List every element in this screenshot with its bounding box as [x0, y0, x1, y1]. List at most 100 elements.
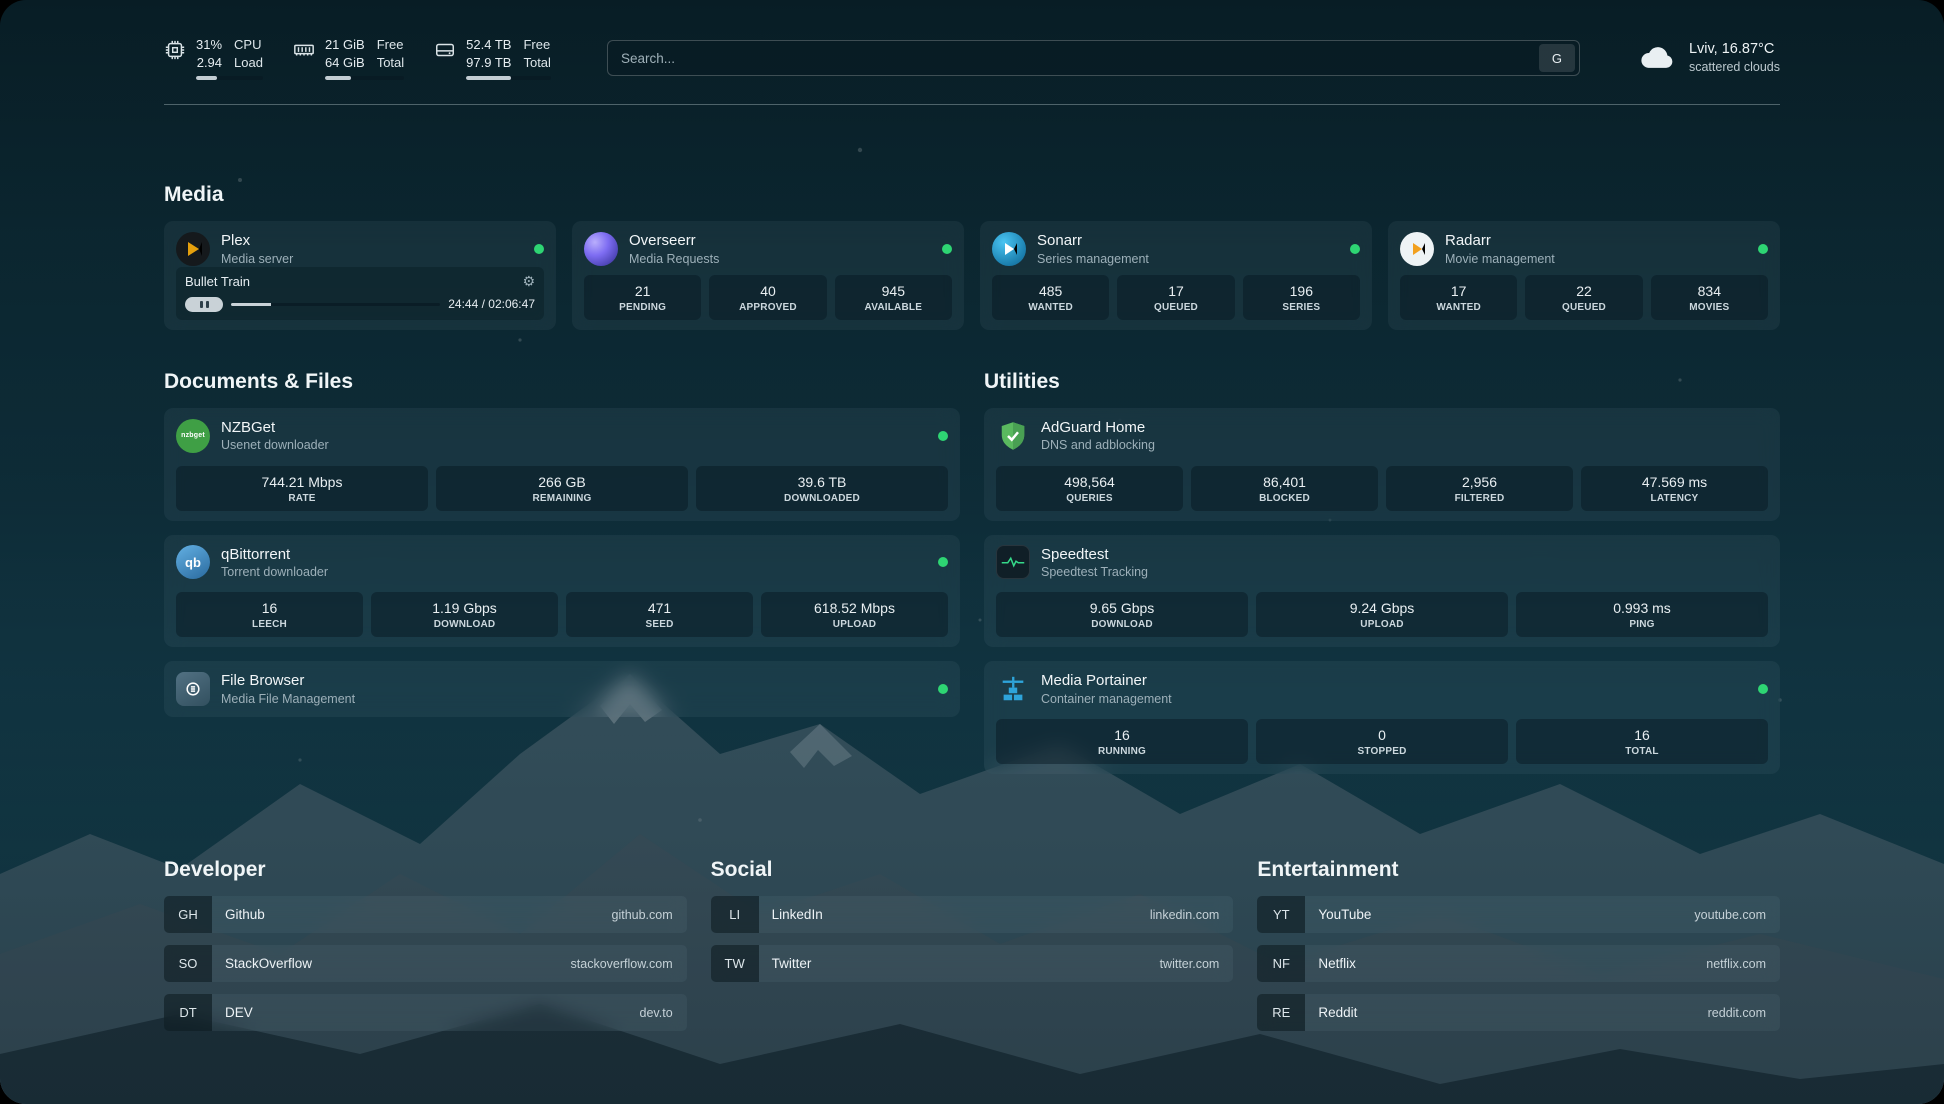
stat-wanted: 485 WANTED: [992, 275, 1109, 320]
stat-remaining: 266 GB REMAINING: [436, 466, 688, 511]
memory-total-value: 64 GiB: [325, 54, 365, 72]
section-title-entertainment: Entertainment: [1257, 858, 1780, 882]
cpu-load-value: 2.94: [197, 54, 222, 72]
service-link-filebrowser[interactable]: File Browser Media File Management: [176, 671, 948, 707]
service-link-nzbget[interactable]: nzbget NZBGet Usenet downloader: [176, 418, 948, 454]
section-utilities: Utilities AdGuard Home: [984, 370, 1780, 788]
adguard-shield-icon: [996, 419, 1030, 453]
bookmark-name: Reddit: [1305, 994, 1707, 1031]
disk-icon: [434, 39, 456, 61]
section-title-social: Social: [711, 858, 1234, 882]
service-card-filebrowser: File Browser Media File Management: [164, 661, 960, 717]
bookmark-group-social: Social LI LinkedIn linkedin.com TW Twitt…: [711, 858, 1234, 1043]
stat-series: 196 SERIES: [1243, 275, 1360, 320]
playback-progress-track[interactable]: [231, 303, 440, 306]
service-subtitle: Torrent downloader: [221, 564, 328, 580]
stat-stopped: 0 STOPPED: [1256, 719, 1508, 764]
service-name: Sonarr: [1037, 231, 1149, 251]
service-subtitle: DNS and adblocking: [1041, 437, 1155, 453]
stat-upload: 618.52 Mbps UPLOAD: [761, 592, 948, 637]
sonarr-icon: [992, 232, 1026, 266]
dashboard-content: 31% 2.94 CPU Load: [0, 0, 1944, 1104]
bookmark-reddit[interactable]: RE Reddit reddit.com: [1257, 994, 1780, 1031]
stat-download: 1.19 Gbps DOWNLOAD: [371, 592, 558, 637]
stat-queued: 17 QUEUED: [1117, 275, 1234, 320]
stat-download: 9.65 Gbps DOWNLOAD: [996, 592, 1248, 637]
service-subtitle: Series management: [1037, 251, 1149, 267]
bookmark-twitter[interactable]: TW Twitter twitter.com: [711, 945, 1234, 982]
section-title-media: Media: [164, 183, 1780, 207]
service-name: Plex: [221, 231, 293, 251]
disk-free-label: Free: [523, 36, 550, 54]
stat-movies: 834 MOVIES: [1651, 275, 1768, 320]
service-link-qbittorrent[interactable]: qb qBittorrent Torrent downloader: [176, 545, 948, 581]
status-dot: [938, 431, 948, 441]
stat-approved: 40 APPROVED: [709, 275, 826, 320]
status-dot: [1758, 244, 1768, 254]
stat-available: 945 AVAILABLE: [835, 275, 952, 320]
section-title-documents: Documents & Files: [164, 370, 960, 394]
disk-widget: 52.4 TB 97.9 TB Free Total: [434, 36, 551, 80]
portainer-crane-icon: [996, 672, 1030, 706]
bookmark-abbr: LI: [711, 896, 759, 933]
stat-blocked: 86,401 BLOCKED: [1191, 466, 1378, 511]
bookmark-abbr: GH: [164, 896, 212, 933]
bookmark-name: Twitter: [759, 945, 1160, 982]
bookmark-dev[interactable]: DT DEV dev.to: [164, 994, 687, 1031]
search-input[interactable]: [621, 51, 1539, 66]
stat-ping: 0.993 ms PING: [1516, 592, 1768, 637]
plex-icon: [176, 232, 210, 266]
overseerr-icon: [584, 232, 618, 266]
service-link-portainer[interactable]: Media Portainer Container management: [996, 671, 1768, 707]
bookmark-url: github.com: [612, 896, 687, 933]
service-name: Overseerr: [629, 231, 719, 251]
pause-button[interactable]: [185, 297, 223, 312]
service-link-sonarr[interactable]: Sonarr Series management: [992, 231, 1360, 267]
disk-total-label: Total: [523, 54, 550, 72]
bookmark-youtube[interactable]: YT YouTube youtube.com: [1257, 896, 1780, 933]
memory-total-label: Total: [377, 54, 404, 72]
memory-usage-bar: [325, 76, 404, 80]
bookmark-url: linkedin.com: [1150, 896, 1233, 933]
service-name: File Browser: [221, 671, 355, 691]
cpu-widget: 31% 2.94 CPU Load: [164, 36, 263, 80]
service-name: AdGuard Home: [1041, 418, 1155, 438]
status-dot: [942, 244, 952, 254]
search-bar: G: [607, 40, 1580, 76]
stat-latency: 47.569 ms LATENCY: [1581, 466, 1768, 511]
bookmark-url: twitter.com: [1160, 945, 1234, 982]
service-link-radarr[interactable]: Radarr Movie management: [1400, 231, 1768, 267]
search-provider-button[interactable]: G: [1539, 44, 1575, 72]
status-dot: [534, 244, 544, 254]
filebrowser-icon: [176, 672, 210, 706]
service-card-sonarr: Sonarr Series management 485 WANTED 17 Q…: [980, 221, 1372, 330]
service-name: Speedtest: [1041, 545, 1148, 565]
stat-seed: 471 SEED: [566, 592, 753, 637]
dashboard-screen: 31% 2.94 CPU Load: [0, 0, 1944, 1104]
bookmark-stackoverflow[interactable]: SO StackOverflow stackoverflow.com: [164, 945, 687, 982]
bookmark-github[interactable]: GH Github github.com: [164, 896, 687, 933]
topbar: 31% 2.94 CPU Load: [164, 36, 1780, 80]
stat-queued: 22 QUEUED: [1525, 275, 1642, 320]
service-subtitle: Media server: [221, 251, 293, 267]
memory-free-label: Free: [377, 36, 404, 54]
service-link-plex[interactable]: Plex Media server: [176, 231, 544, 267]
now-playing-title: Bullet Train: [185, 274, 250, 289]
bookmark-abbr: DT: [164, 994, 212, 1031]
cpu-usage-label: CPU: [234, 36, 263, 54]
gear-icon[interactable]: ⚙: [522, 274, 535, 288]
service-link-speedtest[interactable]: Speedtest Speedtest Tracking: [996, 545, 1768, 581]
service-link-adguard[interactable]: AdGuard Home DNS and adblocking: [996, 418, 1768, 454]
disk-usage-bar: [466, 76, 551, 80]
stat-leech: 16 LEECH: [176, 592, 363, 637]
speedtest-pulse-icon: [996, 545, 1030, 579]
stat-upload: 9.24 Gbps UPLOAD: [1256, 592, 1508, 637]
service-card-speedtest: Speedtest Speedtest Tracking 9.65 Gbps D…: [984, 535, 1780, 648]
service-link-overseerr[interactable]: Overseerr Media Requests: [584, 231, 952, 267]
status-dot: [938, 557, 948, 567]
bookmark-linkedin[interactable]: LI LinkedIn linkedin.com: [711, 896, 1234, 933]
stat-queries: 498,564 QUERIES: [996, 466, 1183, 511]
bookmark-netflix[interactable]: NF Netflix netflix.com: [1257, 945, 1780, 982]
bookmark-url: youtube.com: [1694, 896, 1780, 933]
service-card-plex: Plex Media server Bullet Train ⚙: [164, 221, 556, 330]
